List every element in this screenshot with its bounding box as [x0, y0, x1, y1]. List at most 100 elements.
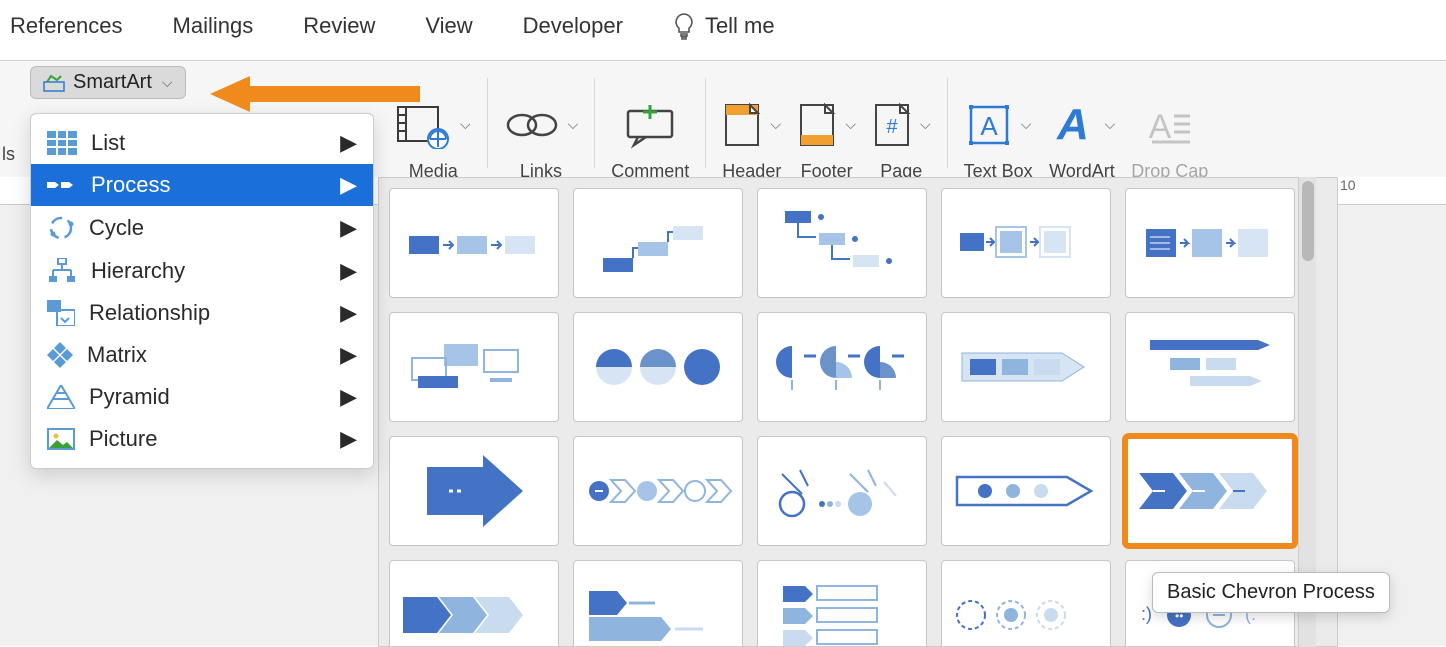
separator — [705, 78, 706, 168]
dropdown-picture[interactable]: Picture ▶ — [31, 418, 373, 460]
group-header[interactable]: ⌵ Header — [714, 64, 789, 182]
group-textbox[interactable]: A ⌵ Text Box — [956, 64, 1041, 182]
thumb-circle-arrow-process[interactable] — [573, 436, 743, 546]
submenu-caret-icon: ▶ — [340, 130, 357, 156]
dropdown-relationship[interactable]: Relationship ▶ — [31, 292, 373, 334]
chevron-down-icon: ⌵ — [162, 74, 173, 91]
submenu-caret-icon: ▶ — [340, 172, 357, 198]
dropdown-list[interactable]: List ▶ — [31, 122, 373, 164]
thumb-alternating-flow[interactable] — [941, 188, 1111, 298]
textbox-icon: A — [965, 101, 1013, 149]
links-icon — [504, 105, 560, 145]
group-comment[interactable]: Comment — [603, 64, 697, 182]
smartart-label: SmartArt — [73, 71, 152, 94]
submenu-caret-icon: ▶ — [340, 215, 357, 241]
dropdown-pyramid[interactable]: Pyramid ▶ — [31, 376, 373, 418]
separator — [487, 78, 488, 168]
smartart-dropdown[interactable]: List ▶ Process ▶ Cycle ▶ Hierarchy ▶ Rel… — [30, 113, 374, 469]
chevron-down-icon: ⌵ — [1021, 116, 1032, 133]
page-number-icon: # — [872, 101, 912, 149]
dropdown-cycle[interactable]: Cycle ▶ — [31, 206, 373, 250]
dropcap-icon: A — [1146, 102, 1194, 150]
lightbulb-icon — [673, 12, 695, 40]
dropdown-label: Relationship — [89, 300, 210, 326]
thumb-accent-process[interactable] — [389, 312, 559, 422]
tab-developer[interactable]: Developer — [523, 13, 623, 39]
dropdown-label: Process — [91, 172, 170, 198]
header-icon — [722, 101, 762, 149]
thumb-circle-process[interactable] — [573, 312, 743, 422]
group-dropcap[interactable]: A Drop Cap — [1123, 64, 1216, 182]
thumb-increasing-arrows-process[interactable] — [1125, 312, 1295, 422]
thumb-continuous-arrow-process[interactable] — [941, 436, 1111, 546]
smartart-icon — [43, 74, 65, 92]
group-links[interactable]: ⌵ Links — [496, 64, 587, 182]
picture-icon — [47, 428, 75, 450]
submenu-caret-icon: ▶ — [340, 426, 357, 452]
tab-mailings[interactable]: Mailings — [173, 13, 254, 39]
list-icon — [47, 131, 77, 155]
thumb-closed-chevron-process[interactable] — [389, 560, 559, 647]
wordart-icon: A — [1049, 101, 1097, 149]
thumb-process-arrows[interactable] — [389, 436, 559, 546]
hierarchy-icon — [47, 258, 77, 284]
tooltip: Basic Chevron Process — [1152, 572, 1390, 613]
svg-text:A: A — [980, 111, 998, 141]
submenu-caret-icon: ▶ — [340, 342, 357, 368]
group-footer[interactable]: ⌵ Footer — [789, 64, 864, 182]
thumb-chevron-list[interactable] — [573, 560, 743, 647]
dropdown-matrix[interactable]: Matrix ▶ — [31, 334, 373, 376]
thumb-continuous-block-process[interactable] — [941, 312, 1111, 422]
tab-references[interactable]: References — [10, 13, 123, 39]
arrow-callout — [210, 74, 420, 114]
svg-text:#: # — [886, 116, 898, 138]
relationship-icon — [47, 300, 75, 326]
comment-icon — [622, 101, 678, 149]
process-icon — [47, 176, 77, 194]
tell-me[interactable]: Tell me — [673, 12, 775, 40]
submenu-caret-icon: ▶ — [340, 258, 357, 284]
separator — [947, 78, 948, 168]
thumb-basic-process[interactable] — [389, 188, 559, 298]
thumb-basic-chevron-process[interactable] — [1125, 436, 1295, 546]
chevron-down-icon: ⌵ — [845, 116, 856, 133]
group-wordart[interactable]: A ⌵ WordArt — [1041, 64, 1124, 182]
tab-review[interactable]: Review — [303, 13, 375, 39]
dropdown-label: Cycle — [89, 215, 144, 241]
thumb-random-to-result-process[interactable] — [757, 436, 927, 546]
chevron-down-icon: ⌵ — [568, 116, 579, 133]
dropdown-label: Matrix — [87, 342, 147, 368]
chevron-down-icon: ⌵ — [1105, 116, 1116, 133]
smartart-button[interactable]: SmartArt ⌵ — [30, 66, 186, 99]
tab-view[interactable]: View — [425, 13, 472, 39]
footer-icon — [797, 101, 837, 149]
chevron-down-icon: ⌵ — [770, 116, 781, 133]
thumb-detailed-process[interactable] — [1125, 188, 1295, 298]
chevron-down-icon: ⌵ — [920, 116, 931, 133]
dropdown-label: Picture — [89, 426, 157, 452]
separator — [594, 78, 595, 168]
cycle-icon — [47, 214, 75, 242]
svg-text::): :) — [1141, 604, 1152, 624]
thumb-step-down-process[interactable] — [757, 188, 927, 298]
dropdown-hierarchy[interactable]: Hierarchy ▶ — [31, 250, 373, 292]
thumb-step-up-process[interactable] — [573, 188, 743, 298]
group-page[interactable]: # ⌵ Page — [864, 64, 939, 182]
truncated-label: ls — [2, 144, 15, 165]
tell-me-label: Tell me — [705, 13, 775, 39]
dropdown-label: List — [91, 130, 125, 156]
scrollbar-handle[interactable] — [1302, 181, 1314, 261]
svg-text:A: A — [1056, 101, 1089, 149]
dropdown-label: Hierarchy — [91, 258, 185, 284]
submenu-caret-icon: ▶ — [340, 384, 357, 410]
thumb-vertical-chevron-list[interactable] — [757, 560, 927, 647]
thumb-pie-process[interactable] — [757, 312, 927, 422]
matrix-icon — [47, 342, 73, 368]
svg-text:A: A — [1148, 108, 1171, 146]
pyramid-icon — [47, 385, 75, 409]
submenu-caret-icon: ▶ — [340, 300, 357, 326]
dropdown-label: Pyramid — [89, 384, 170, 410]
thumb-sub-step-process[interactable] — [941, 560, 1111, 647]
chevron-down-icon: ⌵ — [460, 116, 471, 133]
dropdown-process[interactable]: Process ▶ — [31, 164, 373, 206]
